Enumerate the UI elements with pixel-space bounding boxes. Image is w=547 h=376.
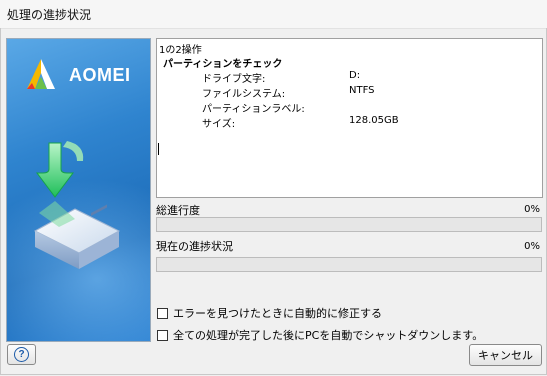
- overall-progress-percent: 0%: [524, 204, 540, 215]
- log-header: 1の2操作: [159, 45, 202, 56]
- detail-value: NTFS: [349, 85, 375, 96]
- brand-name: AOMEI: [69, 65, 131, 85]
- aomei-logo-icon: [27, 59, 55, 89]
- cancel-button[interactable]: キャンセル: [469, 344, 542, 366]
- disk-check-icon: [33, 141, 121, 269]
- aomei-logo: AOMEI: [21, 57, 146, 91]
- log-operation: パーティションをチェック: [163, 59, 283, 70]
- auto-fix-label[interactable]: エラーを見つけたときに自動的に修正する: [173, 305, 382, 321]
- question-icon: ?: [14, 347, 29, 362]
- overall-progress-bar: [156, 217, 542, 232]
- branding-panel: AOMEI: [6, 38, 151, 342]
- detail-label: サイズ:: [202, 119, 236, 130]
- detail-label: パーティションラベル:: [202, 104, 305, 115]
- window-title: 処理の進捗状況: [7, 8, 92, 22]
- auto-fix-option[interactable]: エラーを見つけたときに自動的に修正する: [157, 305, 382, 321]
- auto-shutdown-option[interactable]: 全ての処理が完了した後にPCを自動でシャットダウンします。: [157, 327, 483, 343]
- auto-shutdown-checkbox[interactable]: [157, 329, 168, 341]
- title-bar: 処理の進捗状況: [0, 0, 547, 29]
- operation-log: 1の2操作 パーティションをチェック ドライブ文字: D: ファイルシステム: …: [156, 38, 543, 198]
- detail-label: ドライブ文字:: [202, 74, 266, 85]
- current-progress-label: 現在の進捗状況: [156, 240, 233, 253]
- detail-value: 128.05GB: [349, 115, 399, 126]
- detail-value: D:: [349, 70, 361, 81]
- text-cursor: [158, 143, 159, 155]
- overall-progress-label: 総進行度: [156, 204, 200, 217]
- help-button[interactable]: ?: [7, 344, 36, 365]
- auto-fix-checkbox[interactable]: [157, 307, 168, 319]
- current-progress-percent: 0%: [524, 241, 540, 252]
- detail-label: ファイルシステム:: [202, 89, 286, 100]
- auto-shutdown-label[interactable]: 全ての処理が完了した後にPCを自動でシャットダウンします。: [173, 327, 483, 343]
- current-progress-bar: [156, 257, 542, 272]
